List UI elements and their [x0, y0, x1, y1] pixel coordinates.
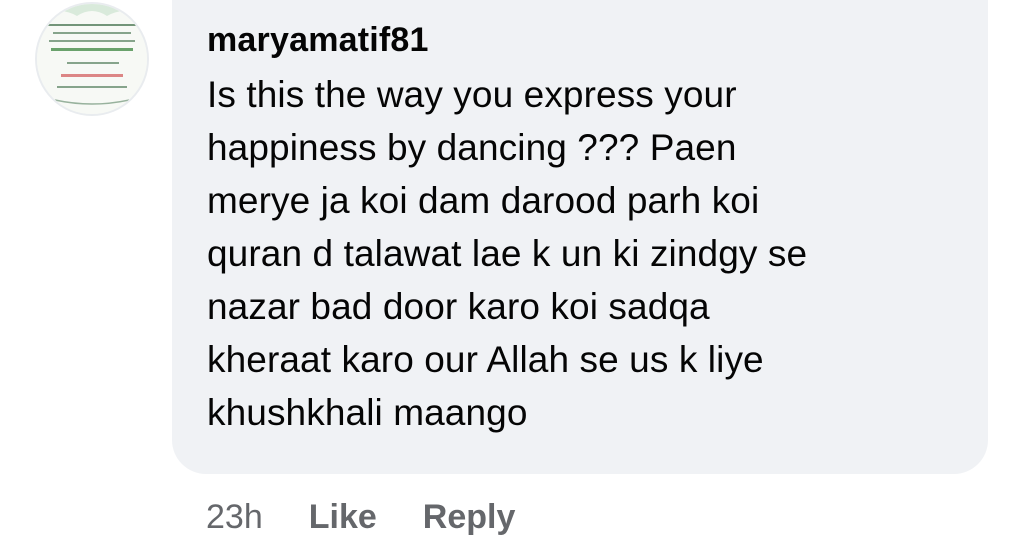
- calligraphy-avatar-icon: [37, 4, 147, 114]
- comment-username[interactable]: maryamatif81: [207, 20, 958, 60]
- reply-button[interactable]: Reply: [423, 498, 516, 537]
- comment-timestamp[interactable]: 23h: [206, 498, 263, 537]
- avatar[interactable]: [37, 4, 147, 114]
- comment-actions: 23h Like Reply: [206, 494, 515, 540]
- comment-bubble: maryamatif81 Is this the way you express…: [172, 0, 988, 474]
- like-button[interactable]: Like: [309, 498, 377, 537]
- comment-text: Is this the way you express your happine…: [207, 74, 808, 433]
